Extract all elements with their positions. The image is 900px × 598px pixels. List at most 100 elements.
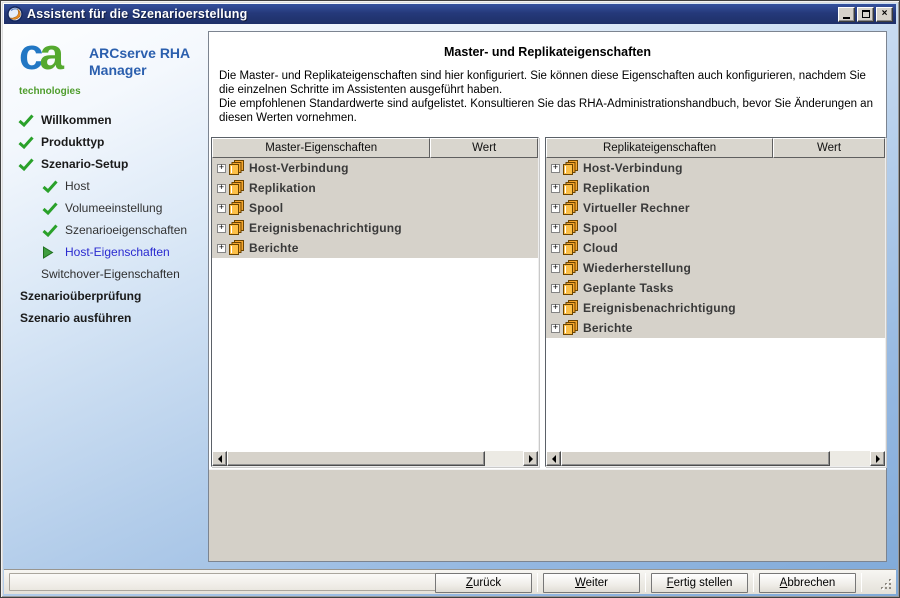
tree-item-label: Host-Verbindung [583, 161, 683, 175]
expand-plus-icon[interactable]: + [551, 323, 560, 333]
description-paragraph: Die Master- und Replikateigenschaften si… [219, 70, 866, 96]
check-icon [18, 135, 35, 149]
tree-item-host-verbindung[interactable]: + Host-Verbindung [212, 158, 538, 178]
scroll-right-button[interactable] [870, 451, 885, 466]
expand-plus-icon[interactable]: + [551, 223, 560, 233]
tree-item-ereignisbenachrichtigung[interactable]: + Ereignisbenachrichtigung [212, 218, 538, 238]
tree-item-spool[interactable]: + Spool [212, 198, 538, 218]
property-group-icon [563, 200, 580, 216]
tree-item-berichte[interactable]: + Berichte [546, 318, 885, 338]
current-step-arrow-icon [42, 245, 59, 259]
tree-item-label: Replikation [249, 181, 316, 195]
step-label: Szenario-Setup [41, 157, 129, 171]
tree-item-label: Host-Verbindung [249, 161, 349, 175]
maximize-button[interactable] [857, 6, 874, 22]
tree-item-replikation[interactable]: + Replikation [212, 178, 538, 198]
finish-button[interactable]: Fertig stellen [651, 572, 748, 593]
tree-item-label: Ereignisbenachrichtigung [249, 221, 402, 235]
app-globe-icon [7, 6, 23, 22]
tree-item-label: Wiederherstellung [583, 261, 691, 275]
maximize-icon [861, 10, 870, 18]
property-group-icon [563, 160, 580, 176]
property-group-icon [563, 180, 580, 196]
scrollbar-track[interactable] [227, 451, 523, 466]
title-bar[interactable]: Assistent für die Szenarioerstellung × [4, 4, 896, 24]
expand-plus-icon[interactable]: + [551, 163, 560, 173]
tree-item-cloud[interactable]: + Cloud [546, 238, 885, 258]
scrollbar-thumb[interactable] [227, 451, 485, 466]
scroll-left-button[interactable] [546, 451, 561, 466]
master-tree-header: Master-Eigenschaften Wert [212, 138, 538, 158]
intro-section: Master- und Replikateigenschaften Die Ma… [209, 32, 886, 137]
expand-plus-icon[interactable]: + [217, 203, 226, 213]
wizard-button-bar: Zurück Weiter Fertig stellen Abbrechen [4, 569, 896, 594]
step-produkttyp: Produkttyp [5, 131, 208, 153]
master-horizontal-scrollbar[interactable] [212, 451, 538, 466]
resize-grip[interactable] [879, 577, 893, 591]
expand-plus-icon[interactable]: + [217, 243, 226, 253]
tree-item-replikation[interactable]: + Replikation [546, 178, 885, 198]
next-button-label: Weiter [574, 576, 609, 589]
step-szenario-ausfuehren: Szenario ausführen [5, 307, 208, 329]
check-icon [42, 179, 59, 193]
expand-plus-icon[interactable]: + [551, 243, 560, 253]
cancel-button[interactable]: Abbrechen [759, 572, 856, 593]
property-group-icon [563, 260, 580, 276]
button-separator [861, 573, 862, 592]
property-group-icon [563, 220, 580, 236]
arrow-left-icon [548, 454, 556, 463]
step-label: Volumeeinstellung [65, 201, 163, 215]
tree-item-label: Berichte [249, 241, 299, 255]
arrow-right-icon [875, 454, 884, 463]
tree-item-host-verbindung[interactable]: + Host-Verbindung [546, 158, 885, 178]
expand-plus-icon[interactable]: + [551, 183, 560, 193]
tree-item-ereignisbenachrichtigung[interactable]: + Ereignisbenachrichtigung [546, 298, 885, 318]
step-host-eigenschaften-current: Host-Eigenschaften [5, 241, 208, 263]
tree-item-wiederherstellung[interactable]: + Wiederherstellung [546, 258, 885, 278]
scroll-left-button[interactable] [212, 451, 227, 466]
main-content-panel: Master- und Replikateigenschaften Die Ma… [208, 31, 887, 562]
tree-item-virtueller-rechner[interactable]: + Virtueller Rechner [546, 198, 885, 218]
scrollbar-track[interactable] [561, 451, 870, 466]
step-label: Willkommen [41, 113, 112, 127]
step-label: Szenarioeigenschaften [65, 223, 188, 237]
tree-item-berichte[interactable]: + Berichte [212, 238, 538, 258]
replica-horizontal-scrollbar[interactable] [546, 451, 885, 466]
minimize-button[interactable] [838, 6, 855, 22]
arrow-left-icon [214, 454, 222, 463]
property-group-icon [229, 220, 246, 236]
wizard-sidebar: ca technologies ARCserve RHA Manager Wil… [5, 27, 208, 567]
property-group-icon [229, 160, 246, 176]
replica-value-column-header[interactable]: Wert [773, 138, 885, 158]
step-label: Szenarioüberprüfung [20, 289, 142, 303]
step-label: Produkttyp [41, 135, 105, 149]
button-separator [645, 573, 646, 592]
scroll-right-button[interactable] [523, 451, 538, 466]
back-button[interactable]: Zurück [435, 572, 532, 593]
expand-plus-icon[interactable]: + [551, 203, 560, 213]
master-value-column-header[interactable]: Wert [430, 138, 538, 158]
tree-item-spool[interactable]: + Spool [546, 218, 885, 238]
check-icon [42, 223, 59, 237]
step-szenarioeigenschaften: Szenarioeigenschaften [5, 219, 208, 241]
scrollbar-thumb[interactable] [561, 451, 830, 466]
button-separator [753, 573, 754, 592]
tree-item-geplante-tasks[interactable]: + Geplante Tasks [546, 278, 885, 298]
master-column-header[interactable]: Master-Eigenschaften [212, 138, 431, 158]
close-button[interactable]: × [876, 6, 893, 22]
expand-plus-icon[interactable]: + [551, 263, 560, 273]
step-label: Switchover-Eigenschaften [41, 267, 180, 281]
expand-plus-icon[interactable]: + [217, 163, 226, 173]
expand-plus-icon[interactable]: + [551, 303, 560, 313]
description-paragraph: Die empfohlenen Standardwerte sind aufge… [219, 98, 873, 124]
next-button[interactable]: Weiter [543, 572, 640, 593]
expand-plus-icon[interactable]: + [217, 223, 226, 233]
replica-column-header[interactable]: Replikateigenschaften [546, 138, 774, 158]
button-separator [537, 573, 538, 592]
expand-plus-icon[interactable]: + [217, 183, 226, 193]
page-description: Die Master- und Replikateigenschaften si… [219, 69, 878, 125]
check-icon [18, 157, 35, 171]
check-icon [42, 201, 59, 215]
expand-plus-icon[interactable]: + [551, 283, 560, 293]
back-button-label: Zurück [465, 576, 502, 589]
